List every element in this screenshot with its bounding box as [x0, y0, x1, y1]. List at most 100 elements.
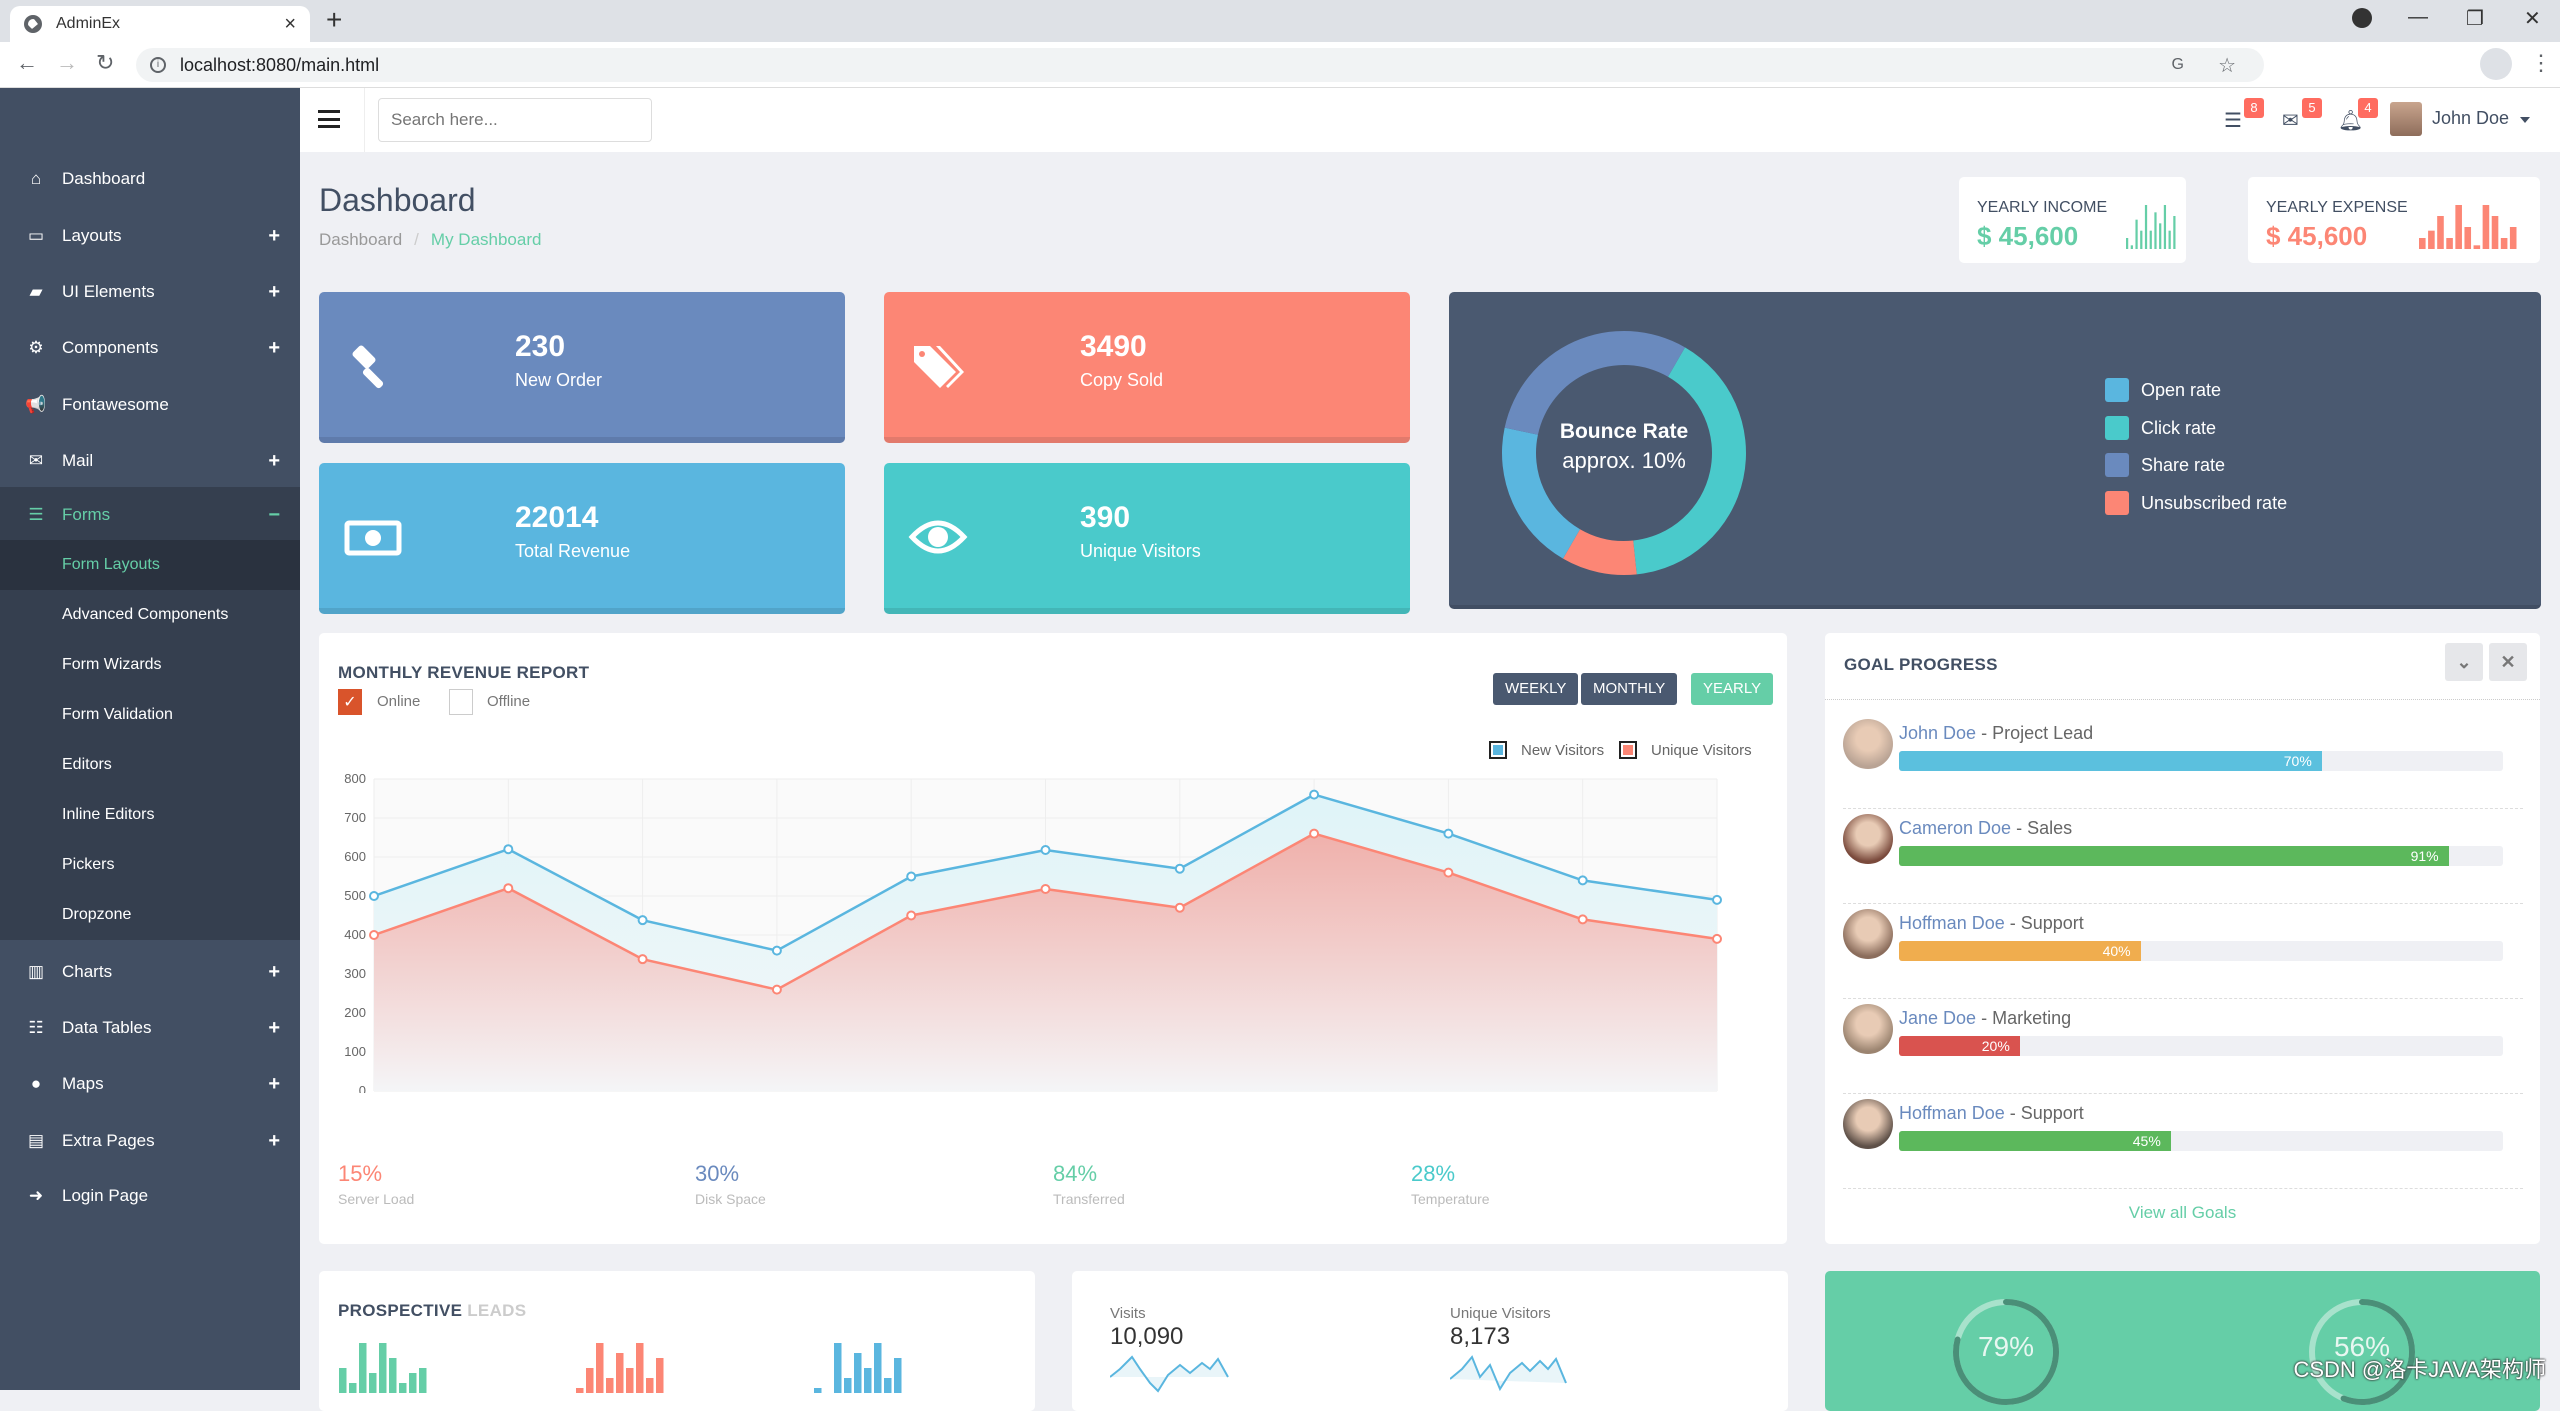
person-name-link[interactable]: Jane Doe — [1899, 1008, 1976, 1028]
data-point[interactable] — [1309, 828, 1320, 839]
weekly-button[interactable]: WEEKLY — [1493, 673, 1579, 705]
data-point[interactable] — [1174, 863, 1185, 874]
user-avatar[interactable] — [2390, 102, 2422, 136]
laptop-icon: ▭ — [27, 226, 45, 245]
sidebar-item-components[interactable]: ⚙ Components + — [0, 320, 300, 376]
tasks-button[interactable]: ☰ 8 — [2224, 98, 2264, 132]
person-name-link[interactable]: John Doe — [1899, 723, 1976, 743]
data-point[interactable] — [369, 930, 379, 940]
collapse-icon[interactable]: − — [268, 504, 280, 527]
submenu-item-form-wizards[interactable]: Form Wizards — [0, 640, 300, 690]
data-point[interactable] — [906, 871, 917, 882]
sidebar-item-dashboard[interactable]: ⌂ Dashboard — [0, 151, 300, 207]
legend-swatch — [1489, 741, 1507, 759]
notifications-button[interactable]: 🔔︎ 4 — [2338, 98, 2378, 132]
sidebar-item-ui-elements[interactable]: ▰ UI Elements + — [0, 264, 300, 320]
monthly-button[interactable]: MONTHLY — [1581, 673, 1678, 705]
yearly-button[interactable]: YEARLY — [1691, 673, 1774, 705]
sidebar-item-fontawesome[interactable]: 📢 Fontawesome — [0, 377, 300, 433]
translate-icon[interactable]: G — [2172, 56, 2184, 74]
sidebar-item-charts[interactable]: ▥ Charts + — [0, 944, 300, 1000]
data-point[interactable] — [1309, 789, 1320, 800]
data-point[interactable] — [771, 945, 782, 956]
minimize-icon[interactable]: — — [2408, 6, 2428, 29]
state-card-unique-visitors[interactable]: 390 Unique Visitors — [884, 463, 1410, 614]
state-label: Unique Visitors — [1080, 541, 1201, 561]
sidebar-item-login-page[interactable]: ➜ Login Page — [0, 1168, 300, 1224]
data-point[interactable] — [1443, 867, 1454, 878]
submenu-item-form-layouts[interactable]: Form Layouts — [0, 540, 300, 590]
url-field[interactable]: i localhost:8080/main.html G ☆ — [136, 48, 2264, 82]
online-checkbox[interactable]: ✓ — [338, 689, 362, 715]
goal-name: Cameron Doe - Sales — [1899, 818, 2072, 839]
legend-label: Share rate — [2141, 454, 2226, 475]
state-card-new-order[interactable]: 230 New Order — [319, 292, 845, 443]
expand-icon[interactable]: + — [268, 281, 280, 304]
data-point[interactable] — [1712, 894, 1722, 905]
data-point[interactable] — [369, 891, 379, 901]
state-card-copy-sold[interactable]: 3490 Copy Sold — [884, 292, 1410, 443]
data-point[interactable] — [1577, 875, 1588, 886]
menu-kebab-icon[interactable]: ⋮ — [2530, 50, 2552, 76]
person-name-link[interactable]: Cameron Doe — [1899, 818, 2011, 838]
submenu-item-dropzone[interactable]: Dropzone — [0, 890, 300, 940]
data-point[interactable] — [637, 915, 648, 926]
sidebar-item-data-tables[interactable]: ☷ Data Tables + — [0, 1000, 300, 1056]
new-tab-icon[interactable]: + — [326, 4, 342, 36]
close-icon[interactable]: ✕ — [2489, 643, 2527, 681]
state-card-total-revenue[interactable]: 22014 Total Revenue — [319, 463, 845, 614]
data-point[interactable] — [1040, 844, 1051, 855]
info-icon[interactable]: i — [150, 57, 166, 73]
data-point[interactable] — [771, 984, 782, 995]
person-name-link[interactable]: Hoffman Doe — [1899, 913, 2005, 933]
tab-close-icon[interactable]: × — [284, 13, 296, 36]
sidebar-item-forms[interactable]: ☰ Forms − — [0, 487, 300, 543]
caret-down-icon[interactable] — [2520, 117, 2530, 123]
search-input[interactable] — [378, 98, 652, 142]
star-icon[interactable]: ☆ — [2218, 53, 2236, 78]
data-point[interactable] — [637, 954, 648, 965]
data-point[interactable] — [503, 844, 514, 855]
data-point[interactable] — [906, 910, 917, 921]
close-window-icon[interactable]: ✕ — [2524, 6, 2541, 31]
sidebar-item-layouts[interactable]: ▭ Layouts + — [0, 208, 300, 264]
expand-icon[interactable]: + — [268, 961, 280, 984]
expand-icon[interactable]: + — [268, 337, 280, 360]
expand-icon[interactable]: + — [268, 225, 280, 248]
sidebar-item-maps[interactable]: ● Maps + — [0, 1056, 300, 1112]
y-tick-label: 800 — [344, 771, 366, 786]
submenu-item-pickers[interactable]: Pickers — [0, 840, 300, 890]
data-point[interactable] — [1443, 828, 1454, 839]
sidebar-item-mail[interactable]: ✉ Mail + — [0, 433, 300, 489]
data-point[interactable] — [1040, 883, 1051, 894]
reload-icon[interactable]: ↻ — [96, 50, 114, 76]
account-icon[interactable] — [2480, 48, 2512, 80]
mail-button[interactable]: ✉ 5 — [2282, 98, 2322, 132]
restore-icon[interactable]: ❐ — [2466, 6, 2484, 31]
user-name[interactable]: John Doe — [2432, 108, 2509, 129]
view-all-goals-link[interactable]: View all Goals — [1825, 1203, 2540, 1223]
data-point[interactable] — [1174, 902, 1185, 913]
profile-dropdown-icon[interactable] — [2352, 8, 2372, 28]
expand-icon[interactable]: + — [268, 1073, 280, 1096]
submenu-item-inline-editors[interactable]: Inline Editors — [0, 790, 300, 840]
collapse-chevron-icon[interactable]: ⌄ — [2445, 643, 2483, 681]
sidebar-item-extra-pages[interactable]: ▤ Extra Pages + — [0, 1113, 300, 1169]
expand-icon[interactable]: + — [268, 1017, 280, 1040]
browser-tab[interactable]: AdminEx × — [10, 6, 310, 42]
expand-icon[interactable]: + — [268, 450, 280, 473]
gauge-label: 79% — [1977, 1331, 2035, 1362]
breadcrumb-dashboard[interactable]: Dashboard — [319, 230, 402, 249]
expand-icon[interactable]: + — [268, 1130, 280, 1153]
person-name-link[interactable]: Hoffman Doe — [1899, 1103, 2005, 1123]
data-point[interactable] — [1712, 933, 1722, 944]
hamburger-menu-icon[interactable] — [318, 110, 340, 128]
back-icon[interactable]: ← — [16, 50, 38, 76]
submenu-item-editors[interactable]: Editors — [0, 740, 300, 790]
data-point[interactable] — [503, 883, 514, 894]
forward-icon[interactable]: → — [56, 50, 78, 76]
submenu-item-form-validation[interactable]: Form Validation — [0, 690, 300, 740]
offline-checkbox[interactable] — [449, 689, 473, 715]
submenu-item-advanced-components[interactable]: Advanced Components — [0, 590, 300, 640]
data-point[interactable] — [1577, 914, 1588, 925]
